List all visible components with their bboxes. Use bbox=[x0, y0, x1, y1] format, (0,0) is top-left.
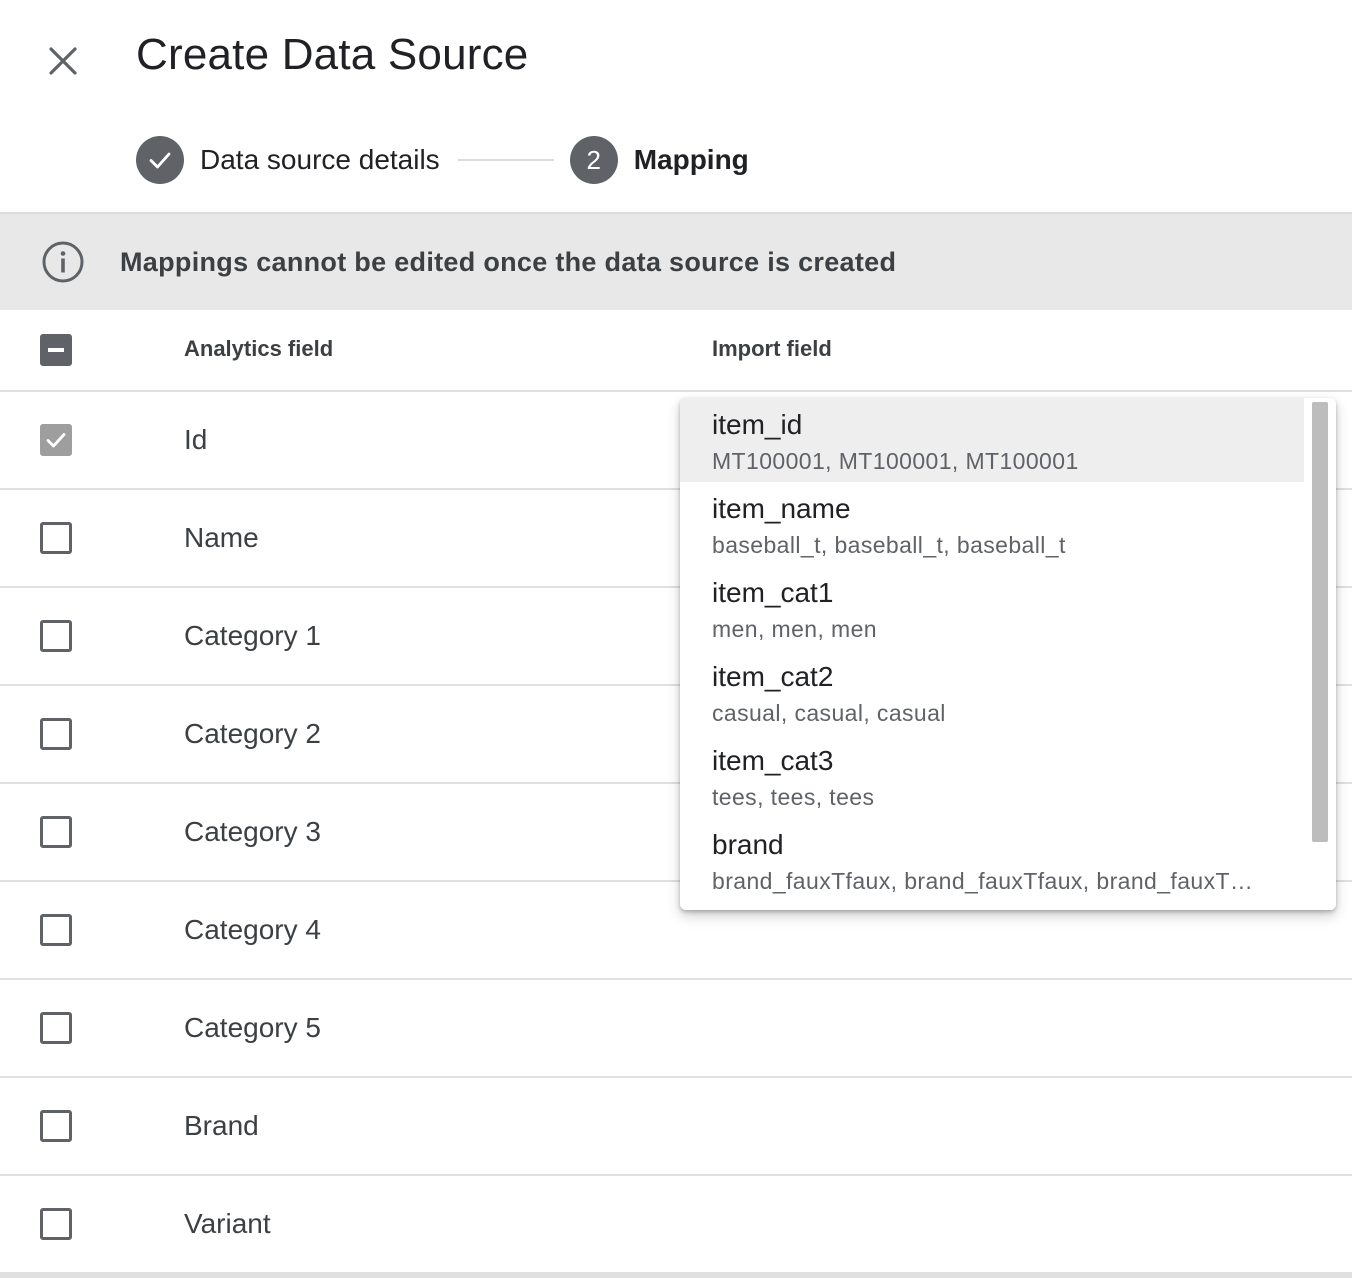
dropdown-option-item-cat2[interactable]: item_cat2 casual, casual, casual bbox=[680, 650, 1304, 734]
close-button[interactable] bbox=[38, 36, 88, 86]
option-sample-values: men, men, men bbox=[712, 616, 877, 642]
row-checkbox-category-4[interactable] bbox=[40, 914, 72, 946]
stepper: Data source details 2 Mapping bbox=[136, 136, 749, 184]
table-row: Brand bbox=[0, 1078, 1352, 1176]
step-connector bbox=[457, 159, 554, 161]
analytics-field-name: Variant bbox=[184, 1208, 271, 1239]
dropdown-options-list: item_id MT100001, MT100001, MT100001 ite… bbox=[680, 398, 1304, 910]
dropdown-option-brand[interactable]: brand brand_fauxTfaux, brand_fauxTfaux, … bbox=[680, 818, 1304, 902]
option-sample-values: baseball_t, baseball_t, baseball_t bbox=[712, 532, 1066, 558]
option-name: item_cat2 bbox=[712, 661, 834, 692]
table-row: Category 5 bbox=[0, 980, 1352, 1078]
option-name: item_name bbox=[712, 493, 851, 524]
analytics-field-name: Category 4 bbox=[184, 914, 321, 945]
import-field-dropdown[interactable]: item_id MT100001, MT100001, MT100001 ite… bbox=[680, 398, 1336, 910]
row-checkbox-name[interactable] bbox=[40, 522, 72, 554]
option-sample-values: MT100001, MT100001, MT100001 bbox=[712, 448, 1079, 474]
table-row: Variant bbox=[0, 1176, 1352, 1274]
row-checkbox-variant[interactable] bbox=[40, 1208, 72, 1240]
row-checkbox-id bbox=[40, 424, 72, 456]
info-banner: Mappings cannot be edited once the data … bbox=[0, 212, 1352, 310]
option-name: item_id bbox=[712, 409, 803, 440]
create-data-source-dialog: Create Data Source Data source details 2… bbox=[0, 0, 1352, 1278]
dropdown-scrollbar[interactable] bbox=[1304, 398, 1336, 910]
option-name: item_cat1 bbox=[712, 577, 834, 608]
option-name: brand bbox=[712, 829, 784, 860]
step-1-label: Data source details bbox=[200, 144, 440, 175]
bottom-divider bbox=[0, 1272, 1352, 1278]
option-sample-values: brand_fauxTfaux, brand_fauxTfaux, brand_… bbox=[712, 868, 1254, 894]
analytics-field-name: Category 2 bbox=[184, 718, 321, 749]
analytics-field-name: Category 3 bbox=[184, 816, 321, 847]
dropdown-option-item-cat1[interactable]: item_cat1 men, men, men bbox=[680, 566, 1304, 650]
check-icon bbox=[46, 433, 66, 448]
banner-text: Mappings cannot be edited once the data … bbox=[120, 246, 897, 277]
row-checkbox-category-1[interactable] bbox=[40, 620, 72, 652]
check-icon bbox=[149, 152, 171, 169]
dropdown-option-item-cat3[interactable]: item_cat3 tees, tees, tees bbox=[680, 734, 1304, 818]
info-icon bbox=[42, 241, 84, 283]
analytics-field-name: Category 1 bbox=[184, 620, 321, 651]
analytics-field-name: Id bbox=[184, 424, 208, 455]
option-name: item_cat3 bbox=[712, 745, 834, 776]
dropdown-option-item-id[interactable]: item_id MT100001, MT100001, MT100001 bbox=[680, 398, 1304, 482]
analytics-field-name: Brand bbox=[184, 1110, 259, 1141]
import-field-header: Import field bbox=[712, 336, 832, 361]
step-2-number: 2 bbox=[586, 144, 601, 175]
step-2-label: Mapping bbox=[633, 144, 749, 175]
row-checkbox-category-3[interactable] bbox=[40, 816, 72, 848]
step-1-completed-badge bbox=[136, 136, 184, 184]
analytics-field-header: Analytics field bbox=[184, 336, 334, 361]
step-2-number-badge: 2 bbox=[569, 136, 618, 184]
row-checkbox-brand[interactable] bbox=[40, 1110, 72, 1142]
option-sample-values: casual, casual, casual bbox=[712, 700, 946, 726]
scrollbar-thumb[interactable] bbox=[1312, 402, 1328, 842]
page-title: Create Data Source bbox=[136, 30, 529, 79]
dropdown-option-item-name[interactable]: item_name baseball_t, baseball_t, baseba… bbox=[680, 482, 1304, 566]
close-icon bbox=[49, 47, 77, 75]
row-checkbox-category-5[interactable] bbox=[40, 1012, 72, 1044]
option-sample-values: tees, tees, tees bbox=[712, 784, 875, 810]
row-checkbox-category-2[interactable] bbox=[40, 718, 72, 750]
analytics-field-name: Name bbox=[184, 522, 259, 553]
analytics-field-name: Category 5 bbox=[184, 1012, 321, 1043]
select-all-checkbox[interactable] bbox=[40, 334, 72, 366]
table-header: Analytics field Import field bbox=[0, 310, 1352, 392]
